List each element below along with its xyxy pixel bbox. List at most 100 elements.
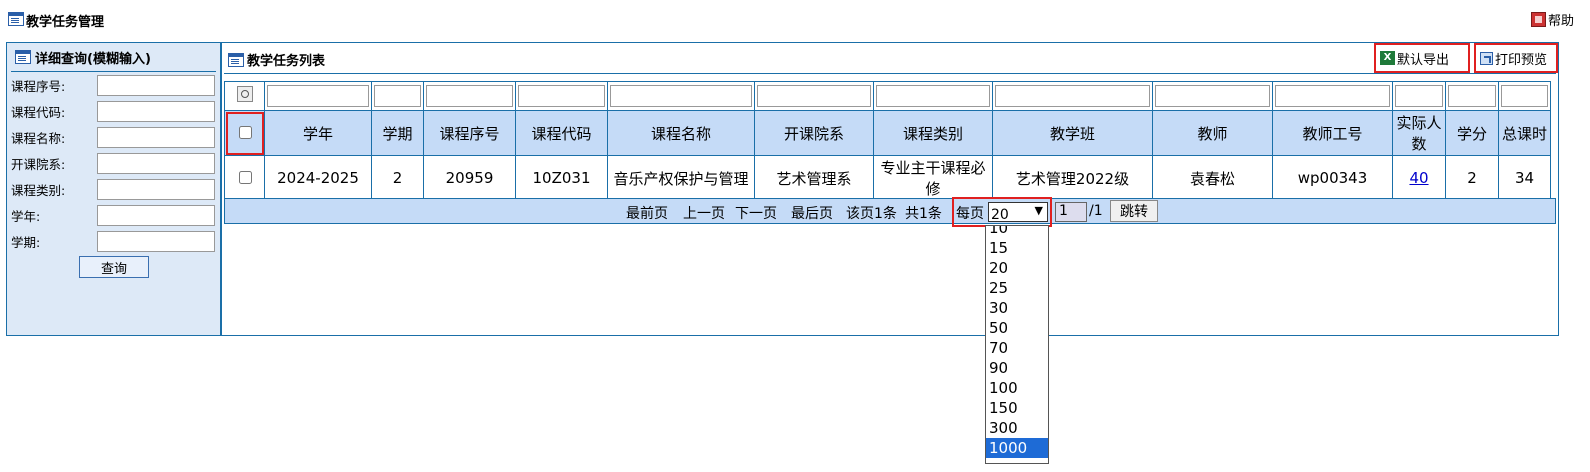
filter-course-name-input[interactable] [610, 85, 752, 107]
jump-button[interactable]: 跳转 [1110, 200, 1158, 222]
window-icon [8, 12, 24, 26]
dropdown-option[interactable]: 70 [986, 338, 1048, 358]
filter-academic-year-input[interactable] [267, 85, 369, 107]
column-header[interactable]: 开课院系 [754, 110, 874, 156]
column-header[interactable]: 学期 [371, 110, 424, 156]
table-cell: 音乐产权保护与管理 [607, 155, 755, 201]
filter-cell [264, 81, 372, 111]
filter-course-seq-input[interactable] [426, 85, 513, 107]
dropdown-option[interactable]: 10 [986, 226, 1048, 238]
page-size-dropdown[interactable]: 10 15 20 25 30 50 70 90 100 150 300 1000 [985, 225, 1049, 464]
pager-bar: 最前页 上一页 下一页 最后页 该页1条 共1条 每页 20 ▼ 1 /1 跳转 [224, 197, 1556, 227]
field-label: 课程名称: [11, 130, 66, 146]
row-checkbox[interactable] [238, 171, 252, 184]
page-count-text: 该页1条 [846, 206, 897, 222]
dropdown-option[interactable]: 300 [986, 418, 1048, 438]
total-count-text: 共1条 [905, 206, 942, 222]
filter-course-category-input[interactable] [876, 85, 990, 107]
export-label: 默认导出 [1397, 52, 1450, 68]
table-row[interactable]: 2024-2025 2 20959 10Z031 音乐产权保护与管理 艺术管理系… [224, 155, 1551, 201]
dropdown-option[interactable]: 25 [986, 278, 1048, 298]
field-course-code: 课程代码: [7, 98, 220, 124]
search-icon[interactable] [236, 86, 253, 102]
table-cell: 艺术管理2022级 [992, 155, 1153, 201]
dropdown-option[interactable]: 20 [986, 258, 1048, 278]
filter-cell [1445, 81, 1499, 111]
help-label: 帮助 [1547, 14, 1574, 29]
dropdown-option[interactable]: 30 [986, 298, 1048, 318]
course-code-input[interactable] [97, 100, 215, 122]
column-header[interactable]: 课程名称 [607, 110, 755, 156]
course-seq-input[interactable] [97, 74, 215, 96]
filter-course-code-input[interactable] [518, 85, 605, 107]
select-all-checkbox[interactable] [238, 126, 252, 139]
filter-cell [1272, 81, 1393, 111]
page-size-select[interactable]: 20 ▼ [988, 202, 1048, 223]
actual-count-link[interactable]: 40 [1409, 169, 1428, 187]
field-label: 课程序号: [11, 78, 66, 94]
column-header[interactable]: 教师工号 [1272, 110, 1393, 156]
prev-page-link[interactable]: 上一页 [683, 203, 725, 223]
dropdown-option[interactable]: 100 [986, 378, 1048, 398]
academic-year-input[interactable] [97, 204, 215, 226]
print-preview-button[interactable]: 打印预览 [1474, 43, 1558, 73]
field-label: 学年: [11, 208, 41, 224]
filter-actual-count-input[interactable] [1395, 85, 1443, 107]
filter-cell [1498, 81, 1551, 111]
select-all-cell [224, 110, 265, 156]
filter-teacher-id-input[interactable] [1275, 85, 1390, 107]
dropdown-option[interactable]: 150 [986, 398, 1048, 418]
table-cell: 34 [1498, 155, 1551, 201]
query-button[interactable]: 查询 [79, 256, 149, 278]
filter-teacher-input[interactable] [1155, 85, 1270, 107]
dropdown-option[interactable]: 15 [986, 238, 1048, 258]
help-button[interactable]: 帮助 [1530, 10, 1574, 29]
dropdown-option[interactable]: 90 [986, 358, 1048, 378]
filter-cell [607, 81, 755, 111]
filter-cell [1152, 81, 1273, 111]
task-list-header: 教学任务列表 X 默认导出 打印预览 [224, 43, 1558, 74]
first-page-link[interactable]: 最前页 [626, 203, 668, 223]
search-panel: 详细查询(模糊输入) 课程序号: 课程代码: 课程名称: 开课院系: 课程类别:… [6, 42, 221, 336]
chevron-down-icon: ▼ [1034, 204, 1043, 217]
column-header[interactable]: 学分 [1445, 110, 1499, 156]
column-header[interactable]: 教学班 [992, 110, 1153, 156]
course-name-input[interactable] [97, 126, 215, 148]
filter-credit-input[interactable] [1448, 85, 1496, 107]
column-header[interactable]: 学年 [264, 110, 372, 156]
dropdown-option-selected[interactable]: 1000 [986, 438, 1048, 458]
department-input[interactable] [97, 152, 215, 174]
column-header[interactable]: 课程代码 [515, 110, 608, 156]
column-header[interactable]: 课程序号 [423, 110, 516, 156]
filter-department-input[interactable] [757, 85, 871, 107]
export-button[interactable]: X 默认导出 [1374, 43, 1470, 73]
filter-total-hours-input[interactable] [1501, 85, 1548, 107]
table-cell: wp00343 [1272, 155, 1393, 201]
task-list-panel: 教学任务列表 X 默认导出 打印预览 学年 学期 课程序号 课程代码 课程名称 … [221, 42, 1559, 336]
field-department: 开课院系: [7, 150, 220, 176]
column-header[interactable]: 实际人数 [1392, 110, 1446, 156]
table-cell: 2 [371, 155, 424, 201]
header-row: 学年 学期 课程序号 课程代码 课程名称 开课院系 课程类别 教学班 教师 教师… [224, 110, 1551, 156]
row-select-cell [224, 155, 265, 201]
filter-class-input[interactable] [995, 85, 1150, 107]
per-page-label: 每页 [956, 206, 984, 222]
task-list-title-wrap: 教学任务列表 [228, 50, 325, 69]
dropdown-option[interactable]: 50 [986, 318, 1048, 338]
filter-semester-input[interactable] [374, 85, 421, 107]
table-cell: 2 [1445, 155, 1499, 201]
filter-cell [224, 81, 265, 111]
print-preview-icon [1480, 51, 1493, 65]
field-label: 课程代码: [11, 104, 66, 120]
next-page-link[interactable]: 下一页 [735, 203, 777, 223]
page-number-input[interactable]: 1 [1055, 202, 1087, 222]
column-header[interactable]: 教师 [1152, 110, 1273, 156]
field-academic-year: 学年: [7, 202, 220, 228]
column-header[interactable]: 总课时 [1498, 110, 1551, 156]
task-table: 学年 学期 课程序号 课程代码 课程名称 开课院系 课程类别 教学班 教师 教师… [224, 81, 1551, 201]
last-page-link[interactable]: 最后页 [791, 203, 833, 223]
course-category-input[interactable] [97, 178, 215, 200]
column-header[interactable]: 课程类别 [873, 110, 993, 156]
semester-input[interactable] [97, 230, 215, 252]
search-panel-header: 详细查询(模糊输入) [11, 43, 216, 72]
